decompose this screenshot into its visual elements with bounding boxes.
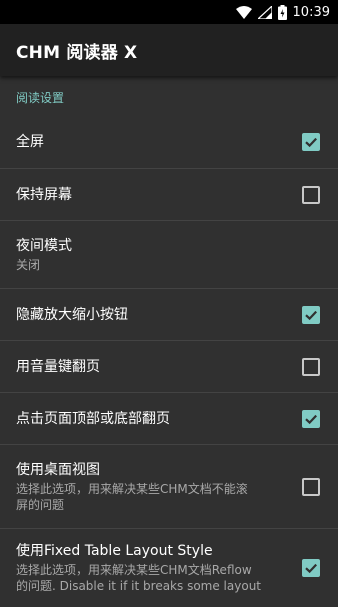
- checkbox-desktop-view[interactable]: [302, 477, 320, 496]
- pref-volume-key-paging[interactable]: 用音量键翻页: [0, 341, 338, 393]
- pref-summary-line1: 选择此选项，用来解决某些CHM文档不能滚: [16, 481, 248, 496]
- pref-desktop-view[interactable]: 使用桌面视图 选择此选项，用来解决某些CHM文档不能滚 屏的问题: [0, 445, 338, 529]
- category-title: 阅读设置: [16, 91, 65, 105]
- pref-label: 用音量键翻页: [16, 358, 100, 375]
- checkbox-keep-screen-on[interactable]: [302, 185, 320, 204]
- pref-label: 使用桌面视图: [16, 461, 100, 478]
- pref-fixed-table-layout[interactable]: 使用Fixed Table Layout Style 选择此选项，用来解决某些C…: [0, 529, 338, 607]
- checkbox-tap-edge-paging[interactable]: [302, 409, 320, 428]
- pref-label: 保持屏幕: [16, 186, 72, 203]
- pref-summary-line2: 屏的问题: [16, 497, 65, 512]
- checkmark-icon: [304, 412, 318, 426]
- pref-label: 点击页面顶部或底部翻页: [16, 410, 170, 427]
- checkmark-icon: [304, 135, 318, 149]
- pref-summary-line1: 选择此选项，用来解决某些CHM文档Reflow: [16, 563, 252, 577]
- app-bar: CHM 阅读器 X: [0, 24, 338, 76]
- pref-label: 使用Fixed Table Layout Style: [16, 543, 213, 559]
- pref-tap-edge-paging[interactable]: 点击页面顶部或底部翻页: [0, 393, 338, 445]
- pref-label: 隐藏放大缩小按钮: [16, 306, 128, 323]
- pref-summary: 关闭: [16, 257, 41, 272]
- pref-summary-line2: 的问题. Disable it if it breaks some layout: [16, 579, 261, 593]
- status-bar: 10:39: [0, 0, 338, 24]
- pref-fullscreen[interactable]: 全屏: [0, 116, 338, 169]
- wifi-icon: [235, 5, 252, 19]
- checkbox-fullscreen[interactable]: [302, 133, 320, 151]
- checkbox-volume-key-paging[interactable]: [302, 357, 320, 376]
- checkbox-fixed-table-layout[interactable]: [302, 559, 320, 577]
- signal-icon: [257, 5, 272, 19]
- checkmark-icon: [304, 308, 318, 322]
- pref-night-mode[interactable]: 夜间模式 关闭: [0, 221, 338, 289]
- pref-label: 全屏: [16, 134, 44, 150]
- category-reading-settings: 阅读设置: [0, 76, 338, 116]
- status-time: 10:39: [292, 4, 330, 20]
- checkbox-hide-zoom-buttons[interactable]: [302, 305, 320, 324]
- battery-charging-icon: [277, 4, 287, 20]
- pref-keep-screen-on[interactable]: 保持屏幕: [0, 169, 338, 221]
- app-title: CHM 阅读器 X: [16, 42, 138, 63]
- pref-hide-zoom-buttons[interactable]: 隐藏放大缩小按钮: [0, 289, 338, 341]
- pref-label: 夜间模式: [16, 237, 72, 254]
- checkmark-icon: [304, 561, 318, 575]
